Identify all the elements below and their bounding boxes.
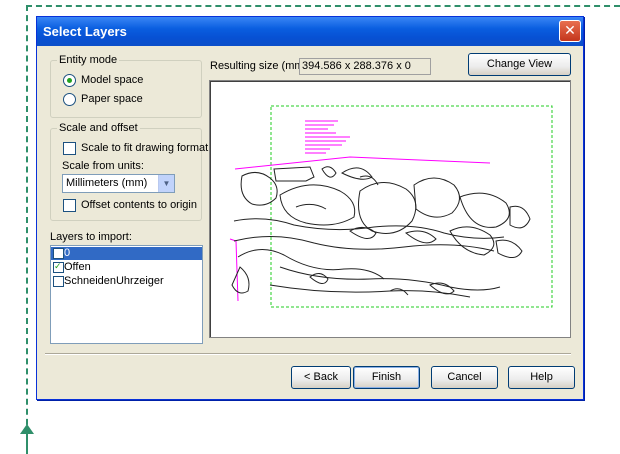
scale-offset-label: Scale and offset: [57, 122, 140, 134]
checkbox-indicator[interactable]: [53, 260, 64, 273]
layers-label: Layers to import:: [50, 231, 132, 243]
offset-origin-checkbox[interactable]: Offset contents to origin: [63, 198, 199, 212]
units-select[interactable]: Millimeters (mm) ▼: [62, 174, 175, 193]
annotation-text-block: [305, 120, 350, 154]
dimension-line: [234, 156, 491, 170]
radio-indicator[interactable]: [63, 74, 76, 87]
layer-label: SchneidenUhrzeiger: [64, 275, 164, 287]
close-button[interactable]: ✕: [559, 20, 581, 42]
finish-button[interactable]: Finish: [353, 366, 420, 389]
arrow-stem: [26, 432, 28, 454]
model-space-label: Model space: [81, 74, 144, 86]
drawing-bounds-box: [270, 105, 553, 308]
layer-label: 0: [64, 247, 71, 259]
layer-label: Offen: [64, 261, 91, 273]
drawing-preview[interactable]: [209, 80, 571, 338]
drawing-preview-canvas: [229, 105, 553, 308]
layer-item-0[interactable]: 0: [51, 247, 202, 260]
select-layers-dialog: Select Layers ✕ Entity mode Model space …: [36, 16, 584, 400]
entity-mode-label: Entity mode: [57, 54, 120, 66]
resulting-size-label: Resulting size (mm):: [210, 60, 311, 72]
model-space-radio[interactable]: Model space: [63, 73, 193, 87]
close-icon: ✕: [564, 22, 576, 38]
cancel-button[interactable]: Cancel: [431, 366, 498, 389]
dialog-title: Select Layers: [43, 24, 127, 39]
footer-separator: [45, 353, 571, 355]
back-button[interactable]: < Back: [291, 366, 351, 389]
radio-indicator[interactable]: [63, 93, 76, 106]
chevron-down-icon[interactable]: ▼: [158, 175, 174, 192]
help-button[interactable]: Help: [508, 366, 575, 389]
paper-space-radio[interactable]: Paper space: [63, 92, 193, 106]
guide-line-top: [26, 5, 620, 7]
checkbox-indicator[interactable]: [63, 142, 76, 155]
entity-mode-group: Entity mode Model space Paper space: [50, 54, 202, 118]
layer-item-schneiden[interactable]: SchneidenUhrzeiger: [51, 275, 202, 288]
title-bar[interactable]: Select Layers ✕: [37, 17, 583, 46]
checkbox-indicator[interactable]: [53, 248, 64, 259]
checkbox-indicator[interactable]: [53, 276, 64, 287]
cut-parts: [231, 166, 531, 298]
resulting-size-field: 394.586 x 288.376 x 0: [299, 58, 431, 75]
paper-space-label: Paper space: [81, 93, 143, 105]
offset-origin-label: Offset contents to origin: [81, 199, 197, 211]
scale-offset-group: Scale and offset Scale to fit drawing fo…: [50, 122, 208, 221]
layer-item-offen[interactable]: Offen: [51, 260, 202, 274]
layers-list[interactable]: 0 Offen SchneidenUhrzeiger: [50, 245, 203, 344]
change-view-direction-button[interactable]: Change View Direction: [468, 53, 571, 91]
scale-to-fit-checkbox[interactable]: Scale to fit drawing format: [63, 141, 208, 155]
scale-to-fit-label: Scale to fit drawing format: [81, 142, 209, 154]
units-value: Millimeters (mm): [66, 177, 148, 189]
units-label: Scale from units:: [62, 160, 144, 172]
checkbox-indicator[interactable]: [63, 199, 76, 212]
guide-line-left: [26, 5, 28, 435]
